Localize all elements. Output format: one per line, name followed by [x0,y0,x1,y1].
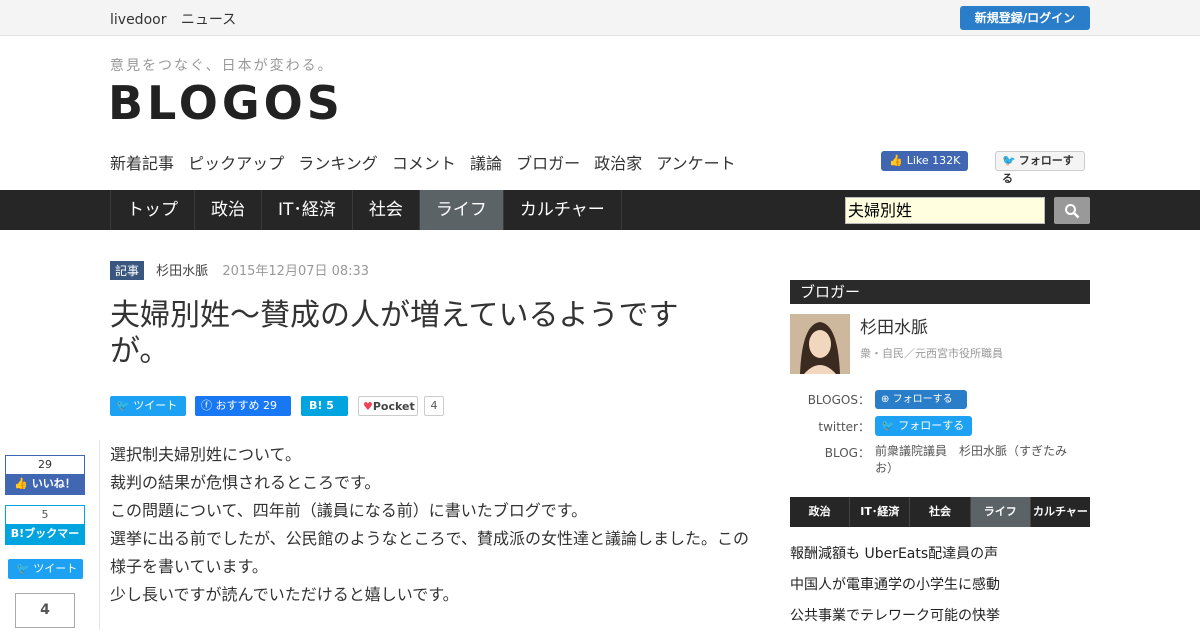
cat-tab-life[interactable]: ライフ [418,190,503,230]
side-fb-count: 29 [6,456,84,474]
side-hatena-bookmark[interactable]: 5 B!ブックマーク [5,505,85,560]
pocket-count: 4 [424,396,444,416]
subnav-item-blogger[interactable]: ブロガー [516,154,580,173]
twitter-bird-icon: 🐦 [881,419,895,432]
side-hb-label: B!ブックマーク [6,524,84,560]
side-tab-culture[interactable]: カルチャー [1031,497,1090,527]
cat-tab-it-economy[interactable]: IT･経済 [261,190,352,230]
side-tab-society[interactable]: 社会 [910,497,971,527]
subnav-item-ranking[interactable]: ランキング [298,154,378,173]
sidebar-news-item[interactable]: 報酬減額も UberEats配達員の声 [790,543,998,563]
fb-like-count: 132K [932,154,961,167]
fb-share-label: おすすめ [215,399,260,412]
pocket-icon: ♥ [363,400,373,413]
blogger-name[interactable]: 杉田水脈 [860,313,928,338]
article-tag: 記事 [110,261,145,280]
brand-news[interactable]: ニュース [181,12,236,28]
site-tagline: 意見をつなぐ、日本が変わる。 [110,58,334,74]
subnav-item-pickup[interactable]: ピックアップ [188,154,284,173]
sidebar-category-tabs: 政治 IT･経済 社会 ライフ カルチャー [790,497,1090,527]
sub-navigation: 新着記事 ピックアップ ランキング コメント 議論 ブロガー 政治家 アンケート [110,150,745,174]
article-title: 夫婦別姓〜賛成の人が増えているようですが。 [110,298,679,369]
article-paragraph: 選挙に出る前でしたが、公民館のようなところで、賛成派の女性達と議論しました。この… [110,529,750,576]
sidebar-news-item[interactable]: 公共事業でテレワーク可能の快挙 [790,605,1000,625]
twitter-label: twitter： [818,420,870,434]
facebook-icon: ⓕ [201,399,212,412]
subnav-item-survey[interactable]: アンケート [656,154,735,173]
brand-livedoor[interactable]: livedoor [110,12,166,28]
cat-tab-society[interactable]: 社会 [351,190,419,230]
blogger-avatar[interactable] [790,314,850,374]
facebook-share-button[interactable]: ⓕ おすすめ 29 [195,396,291,416]
side-tab-it-economy[interactable]: IT･経済 [850,497,911,527]
cat-tab-politics[interactable]: 政治 [194,190,261,230]
pocket-button[interactable]: ♥Pocket [358,396,418,416]
blogos-follow-button[interactable]: ⊕ フォローする [875,390,967,409]
twitter-bird-icon: 🐦 [16,562,30,575]
subnav-item-politician[interactable]: 政治家 [594,154,642,173]
fb-share-count: 29 [263,399,277,412]
subnav-item-debate[interactable]: 議論 [470,154,502,173]
blog-name-link[interactable]: 前衆議院議員 杉田水脈（すぎたみお） [875,443,1075,477]
blogos-label: BLOGOS： [807,393,870,407]
side-tweet-button[interactable]: 🐦 ツイート [8,559,83,579]
top-brand[interactable]: livedoor ニュース [110,9,246,29]
side-hb-count: 5 [6,506,84,524]
thumbs-up-icon: 👍 [14,477,28,490]
article-paragraph: 裁判の結果が危惧されるところです。 [110,473,381,492]
side-tweet-label: ツイート [33,562,78,575]
side-tab-politics[interactable]: 政治 [790,497,851,527]
blogger-portrait-icon [790,314,850,374]
search-input[interactable]: 夫婦別姓 [845,197,1045,224]
top-bar: livedoor ニュース 新規登録/ログイン [0,0,1200,36]
twitter-follow-label: フォローする [898,419,965,432]
fb-like-label: Like [906,154,929,167]
subnav-item-comment[interactable]: コメント [392,154,456,173]
search-icon [1065,204,1080,219]
site-logo[interactable]: BLOGOS [108,76,344,130]
blogos-follow-label: フォローする [892,394,953,405]
article-meta: 記事 杉田水脈 2015年12月07日 08:33 [110,260,370,280]
plus-icon: ⊕ [881,394,890,405]
pocket-label: Pocket [372,400,415,413]
blogger-description: 衆・自民／元西宮市役所職員 [860,347,1003,360]
body-divider [99,440,100,630]
twitter-bird-icon: 🐦 [116,399,130,412]
article-body: 選択制夫婦別姓について。 裁判の結果が危惧されるところです。 この問題について、… [110,441,760,609]
article-paragraph: 選択制夫婦別姓について。 [110,445,302,464]
side-tab-life[interactable]: ライフ [970,497,1031,527]
article-author[interactable]: 杉田水脈 [156,264,208,279]
twitter-follow-button[interactable]: 🐦 フォローする [995,151,1085,185]
login-button[interactable]: 新規登録/ログイン [960,6,1090,30]
article-paragraph: この問題について、四年前（議員になる前）に書いたブログです。 [110,501,588,520]
side-fb-label: いいね！ [31,477,76,490]
hatena-bookmark-button[interactable]: B! 5 [301,396,348,416]
twitter-follow-sidebar-button[interactable]: 🐦 フォローする [875,416,972,436]
article-paragraph: 少し長いですが読んでいただけると嬉しいです。 [110,585,459,604]
twitter-bird-icon: 🐦 [1002,154,1016,167]
search-button[interactable] [1054,197,1090,224]
facebook-like-button[interactable]: 👍 Like 132K [881,151,968,171]
sidebar-news-item[interactable]: 中国人が電車通学の小学生に感動 [790,574,1000,594]
side-pocket-count[interactable]: 4 [15,593,75,628]
tweet-share-button[interactable]: 🐦 ツイート [110,396,186,416]
cat-tab-top[interactable]: トップ [110,190,194,230]
article-date: 2015年12月07日 08:33 [222,264,370,279]
sidebar-heading: ブロガー [790,280,1090,304]
thumbs-up-icon: 👍 [889,154,903,167]
side-facebook-like[interactable]: 29 👍 いいね！ [5,455,85,495]
hatena-icon: B! [309,399,323,412]
blog-label: BLOG： [824,446,870,460]
cat-tab-culture[interactable]: カルチャー [502,190,622,230]
subnav-item-new[interactable]: 新着記事 [110,154,174,173]
tweet-label: ツイート [133,399,178,412]
hb-count: 5 [326,399,334,412]
